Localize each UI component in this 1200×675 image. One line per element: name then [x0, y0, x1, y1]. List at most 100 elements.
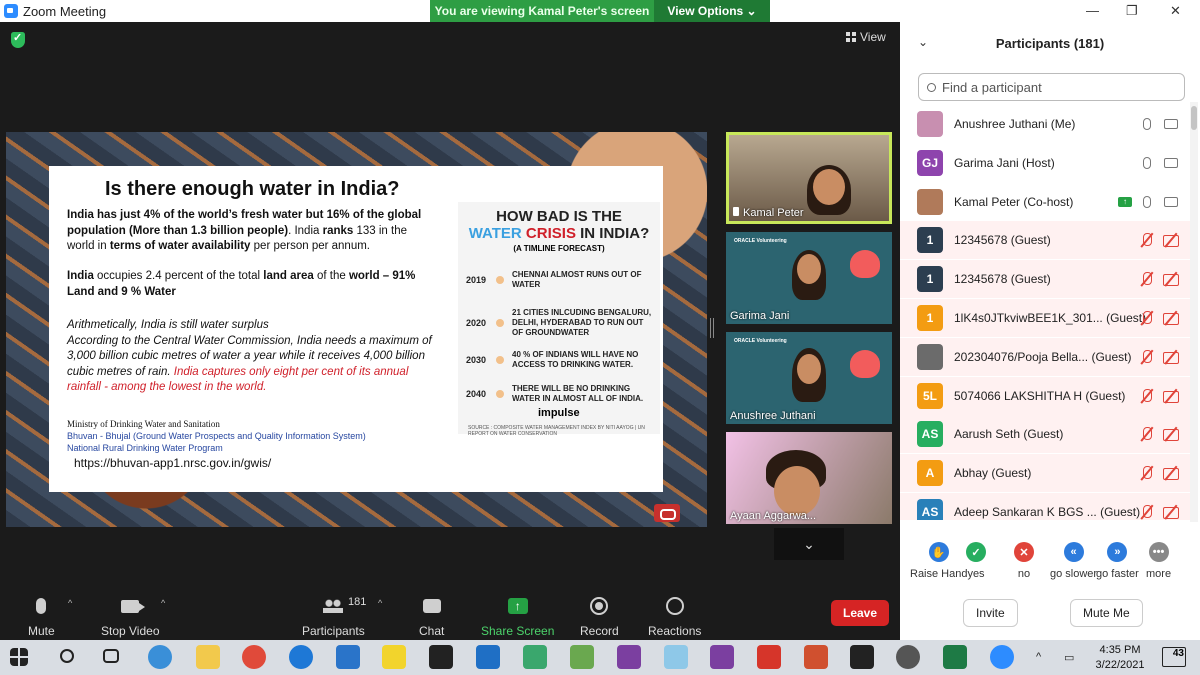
- share-screen-button[interactable]: ↑ Share Screen: [481, 594, 554, 638]
- participant-row[interactable]: A Abhay (Guest): [900, 454, 1190, 493]
- mute-button[interactable]: Mute: [28, 594, 55, 638]
- image-app-icon[interactable]: [570, 645, 594, 669]
- reaction-raise-hand-button[interactable]: ✋ Raise Hand: [910, 542, 967, 580]
- view-options-button[interactable]: View Options ⌄: [654, 0, 770, 22]
- reaction-yes-button[interactable]: ✓ yes: [966, 542, 986, 580]
- mute-me-button[interactable]: Mute Me: [1070, 599, 1143, 627]
- participant-search[interactable]: [918, 73, 1185, 101]
- onenote-icon[interactable]: [617, 645, 641, 669]
- settings-gear-icon[interactable]: [896, 645, 920, 669]
- participant-count: 181: [348, 596, 367, 608]
- clock-date: 3/22/2021: [1095, 659, 1145, 671]
- participant-row[interactable]: Kamal Peter (Co-host) ↑: [900, 183, 1190, 221]
- window-title: Zoom Meeting: [23, 3, 107, 19]
- reaction-label: yes: [967, 568, 985, 580]
- invite-button[interactable]: Invite: [963, 599, 1018, 627]
- reactions-button[interactable]: Reactions: [648, 594, 701, 638]
- maximize-icon[interactable]: ❐: [1126, 3, 1138, 19]
- microphone-muted-icon[interactable]: [1140, 233, 1154, 247]
- encryption-shield-icon[interactable]: [11, 31, 25, 48]
- video-off-icon[interactable]: [1162, 466, 1180, 481]
- battery-icon[interactable]: ▭: [1064, 651, 1074, 664]
- microphone-muted-icon[interactable]: [1140, 466, 1154, 480]
- excel-icon[interactable]: [943, 645, 967, 669]
- video-off-icon[interactable]: [1162, 505, 1180, 519]
- app-icon[interactable]: [429, 645, 453, 669]
- reaction-go-faster-button[interactable]: » go faster: [1096, 542, 1139, 580]
- chat-button[interactable]: Chat: [419, 594, 444, 638]
- outlook-icon[interactable]: [476, 645, 500, 669]
- minimize-icon[interactable]: —: [1086, 3, 1099, 18]
- microphone-muted-icon[interactable]: [1140, 388, 1154, 403]
- video-tile-active-speaker[interactable]: Kamal Peter: [726, 132, 892, 224]
- video-camera-icon[interactable]: [1164, 119, 1178, 129]
- video-off-icon[interactable]: [1162, 272, 1180, 287]
- microphone-icon[interactable]: [1143, 195, 1151, 208]
- scrollbar-thumb[interactable]: [1191, 106, 1197, 130]
- taskbar-search-icon[interactable]: [60, 649, 74, 663]
- video-tile[interactable]: ORACLE Volunteering Anushree Juthani: [726, 332, 892, 424]
- acrobat-icon[interactable]: [757, 645, 781, 669]
- task-view-icon[interactable]: [103, 649, 119, 663]
- reaction-more-button[interactable]: ••• more: [1146, 542, 1171, 580]
- video-off-icon[interactable]: [1162, 389, 1180, 403]
- view-button[interactable]: View: [846, 30, 886, 44]
- participant-list-scrollbar[interactable]: [1190, 102, 1198, 522]
- microphone-muted-icon[interactable]: [1140, 349, 1154, 364]
- participant-row[interactable]: 202304076/Pooja Bella... (Guest): [900, 337, 1190, 376]
- microphone-icon[interactable]: [1143, 156, 1151, 169]
- vscode-icon[interactable]: [336, 645, 360, 669]
- video-camera-icon[interactable]: [1164, 196, 1178, 207]
- microphone-muted-icon[interactable]: [1140, 505, 1154, 519]
- search-input[interactable]: [942, 79, 1162, 95]
- avatar: 1: [917, 266, 943, 293]
- video-off-icon[interactable]: [1162, 311, 1180, 325]
- file-explorer-icon[interactable]: [196, 645, 220, 669]
- stop-video-button[interactable]: Stop Video: [101, 594, 160, 638]
- onenote-icon[interactable]: [710, 645, 734, 669]
- video-off-icon[interactable]: [1162, 350, 1180, 364]
- participant-row[interactable]: AS Adeep Sankaran K BGS ... (Guest): [900, 493, 1190, 520]
- notification-center-icon[interactable]: 43: [1162, 647, 1186, 667]
- resize-handle[interactable]: [710, 318, 714, 338]
- participant-row[interactable]: 5L 5074066 LAKSHITHA H (Guest): [900, 376, 1190, 415]
- participant-row[interactable]: Anushree Juthani (Me): [900, 105, 1190, 143]
- microphone-muted-icon[interactable]: [1140, 311, 1154, 325]
- participants-options-caret-icon[interactable]: ^: [378, 598, 382, 608]
- video-options-caret-icon[interactable]: ^: [161, 598, 165, 608]
- slack-icon[interactable]: [148, 645, 172, 669]
- microphone-icon[interactable]: [1143, 118, 1151, 130]
- participant-name: Anushree Juthani (Me): [954, 117, 1076, 131]
- record-button[interactable]: Record: [580, 594, 619, 638]
- leave-button[interactable]: Leave: [831, 600, 889, 626]
- scroll-down-chevron-icon[interactable]: ⌄: [774, 528, 844, 560]
- tray-chevron-icon[interactable]: ^: [1036, 651, 1041, 663]
- infographic: HOW BAD IS THE WATER CRISIS IN INDIA? (A…: [458, 202, 660, 437]
- media-icon[interactable]: [523, 645, 547, 669]
- reaction-go-slower-button[interactable]: « go slower: [1050, 542, 1097, 580]
- video-tile[interactable]: Ayaan Aggarwa...: [726, 432, 892, 524]
- terminal-icon[interactable]: [850, 645, 874, 669]
- participant-row[interactable]: 1 12345678 (Guest): [900, 221, 1190, 260]
- audio-options-caret-icon[interactable]: ^: [68, 598, 72, 608]
- participant-row[interactable]: 1 1lK4s0JTkviwBEE1K_301... (Guest): [900, 299, 1190, 337]
- powerpoint-icon[interactable]: [804, 645, 828, 669]
- reaction-no-button[interactable]: ✕ no: [1014, 542, 1034, 580]
- participant-row[interactable]: AS Aarush Seth (Guest): [900, 415, 1190, 454]
- windows-start-icon[interactable]: [10, 648, 28, 666]
- app-icon[interactable]: [664, 645, 688, 669]
- close-icon[interactable]: ✕: [1170, 3, 1181, 19]
- participant-row[interactable]: 1 12345678 (Guest): [900, 260, 1190, 299]
- sticky-notes-icon[interactable]: [382, 645, 406, 669]
- taskbar-clock[interactable]: 4:35 PM 3/22/2021: [1090, 643, 1150, 673]
- video-tile[interactable]: ORACLE Volunteering Garima Jani: [726, 232, 892, 324]
- edge-icon[interactable]: [289, 645, 313, 669]
- video-camera-icon[interactable]: [1164, 157, 1178, 168]
- zoom-taskbar-icon[interactable]: [990, 645, 1014, 669]
- microphone-muted-icon[interactable]: [1140, 272, 1154, 286]
- video-off-icon[interactable]: [1162, 427, 1180, 442]
- microphone-muted-icon[interactable]: [1140, 427, 1154, 441]
- video-off-icon[interactable]: [1162, 233, 1180, 248]
- chrome-icon[interactable]: [242, 645, 266, 669]
- participant-row[interactable]: GJ Garima Jani (Host): [900, 144, 1190, 182]
